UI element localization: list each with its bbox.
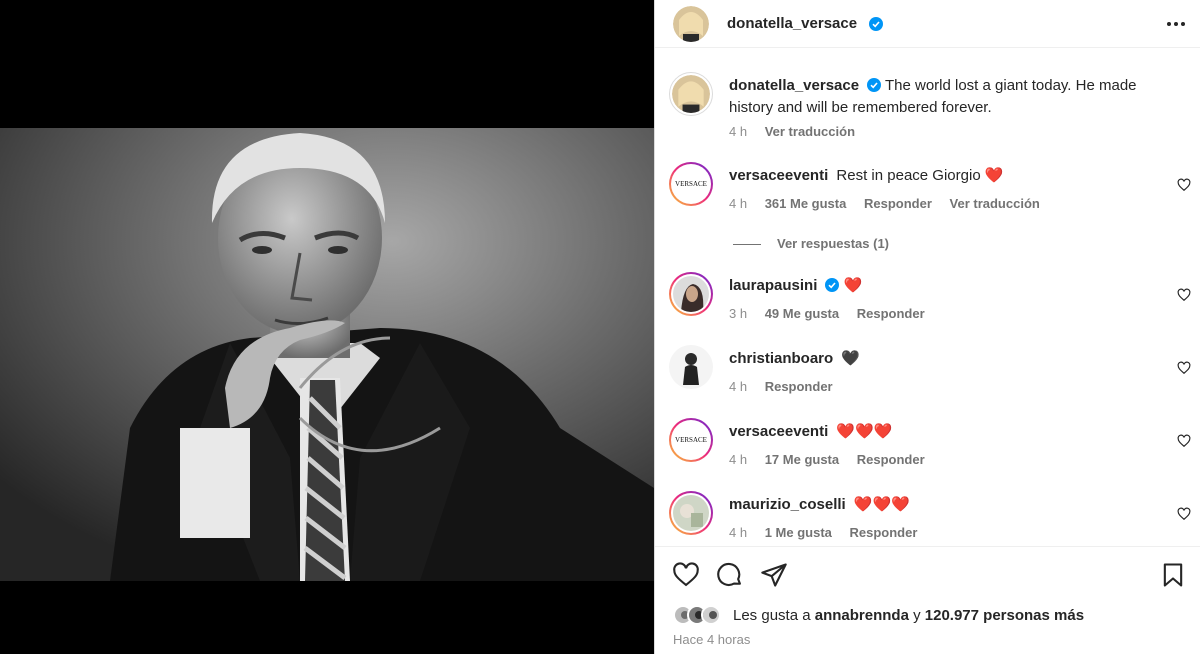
likes-prefix: Les gusta a <box>733 607 811 624</box>
view-replies-label: Ver respuestas (1) <box>777 236 890 251</box>
caption-username[interactable]: donatella_versace <box>729 77 859 94</box>
author-avatar-caption[interactable] <box>669 72 713 116</box>
view-replies-button[interactable]: Ver respuestas (1) <box>733 236 889 251</box>
comment-meta: 4 h 1 Me gusta Responder <box>729 525 931 540</box>
post-photo <box>0 128 654 581</box>
bookmark-icon[interactable] <box>1159 561 1187 589</box>
comment-meta: 3 h 49 Me gusta Responder <box>729 306 939 321</box>
reply-button[interactable]: Responder <box>857 452 925 467</box>
caption-meta: 4 h Ver traducción <box>729 124 869 139</box>
comment-likes[interactable]: 49 Me gusta <box>765 306 839 321</box>
comment-time: 4 h <box>729 525 748 540</box>
post-actions: Les gusta a annabrennda y 120.977 person… <box>655 546 1200 654</box>
versace-logo: VERSACE <box>673 166 709 202</box>
author-avatar[interactable] <box>673 6 709 42</box>
comment-body: 🖤 <box>841 350 861 367</box>
comment-likes[interactable]: 361 Me gusta <box>765 196 847 211</box>
author-username[interactable]: donatella_versace <box>727 15 857 32</box>
comment-time: 4 h <box>729 196 748 211</box>
comment-text: laurapausini ❤️ <box>729 276 1161 298</box>
commenter-avatar[interactable]: VERSACE <box>669 418 713 462</box>
commenter-username[interactable]: versaceeventi <box>729 423 828 440</box>
comment-time: 3 h <box>729 306 748 321</box>
translate-link[interactable]: Ver traducción <box>950 196 1040 211</box>
comment-text: versaceeventi Rest in peace Giorgio ❤️ <box>729 166 1161 186</box>
commenter-username[interactable]: christianboaro <box>729 350 833 367</box>
comment-body: ❤️❤️❤️ <box>836 423 893 440</box>
comment-text: maurizio_coselli ❤️❤️❤️ <box>729 495 1161 515</box>
commenter-username[interactable]: laurapausini <box>729 277 817 294</box>
comment-text: christianboaro 🖤 <box>729 349 1161 369</box>
likes-count[interactable]: 120.977 personas más <box>925 607 1084 624</box>
heart-icon[interactable] <box>1177 361 1191 375</box>
heart-icon[interactable] <box>1177 434 1191 448</box>
post-header: donatella_versace <box>655 0 1200 48</box>
commenter-username[interactable]: versaceeventi <box>729 167 828 184</box>
portrait-illustration <box>0 128 654 581</box>
verified-badge-icon <box>867 78 882 98</box>
commenter-avatar[interactable] <box>669 345 713 389</box>
posted-time: Hace 4 horas <box>673 632 751 647</box>
comment-likes[interactable]: 17 Me gusta <box>765 452 839 467</box>
comment-time: 4 h <box>729 379 748 394</box>
heart-icon[interactable] <box>1177 178 1191 192</box>
more-options-icon[interactable] <box>1165 14 1187 34</box>
verified-badge-icon <box>869 17 883 36</box>
comment-likes[interactable]: 1 Me gusta <box>765 525 832 540</box>
heart-icon[interactable] <box>1177 288 1191 302</box>
heart-icon[interactable] <box>1177 507 1191 521</box>
liker-username[interactable]: annabrennda <box>815 607 909 624</box>
share-icon[interactable] <box>760 561 788 589</box>
comment-meta: 4 h Responder <box>729 379 847 394</box>
replies-divider <box>733 244 761 246</box>
translate-link[interactable]: Ver traducción <box>765 124 855 139</box>
commenter-avatar[interactable]: VERSACE <box>669 162 713 206</box>
likes-conj: y <box>913 607 921 624</box>
like-heart-icon[interactable] <box>672 561 700 589</box>
commenter-avatar[interactable] <box>669 491 713 535</box>
post-media[interactable] <box>0 0 654 654</box>
caption-time: 4 h <box>729 124 748 139</box>
reply-button[interactable]: Responder <box>864 196 932 211</box>
commenter-avatar[interactable] <box>669 272 713 316</box>
reply-button[interactable]: Responder <box>857 306 925 321</box>
reply-button[interactable]: Responder <box>765 379 833 394</box>
liker-avatar[interactable] <box>701 605 721 625</box>
comment-body: Rest in peace Giorgio ❤️ <box>836 167 1004 184</box>
comment-time: 4 h <box>729 452 748 467</box>
verified-badge-icon <box>825 278 840 298</box>
comment-body: ❤️ <box>843 277 863 294</box>
comment-icon[interactable] <box>716 561 744 589</box>
post-sidebar: donatella_versace donatella_versace The … <box>654 0 1200 654</box>
likes-summary: Les gusta a annabrennda y 120.977 person… <box>733 607 1084 624</box>
caption-text: donatella_versace The world lost a giant… <box>729 76 1161 118</box>
comment-text: versaceeventi ❤️❤️❤️ <box>729 422 1161 442</box>
commenter-username[interactable]: maurizio_coselli <box>729 496 846 513</box>
comment-body: ❤️❤️❤️ <box>853 496 910 513</box>
comments-feed[interactable]: donatella_versace The world lost a giant… <box>655 60 1200 546</box>
comment-meta: 4 h 17 Me gusta Responder <box>729 452 939 467</box>
comment-meta: 4 h 361 Me gusta Responder Ver traducció… <box>729 196 1054 211</box>
reply-button[interactable]: Responder <box>850 525 918 540</box>
versace-logo: VERSACE <box>673 422 709 458</box>
